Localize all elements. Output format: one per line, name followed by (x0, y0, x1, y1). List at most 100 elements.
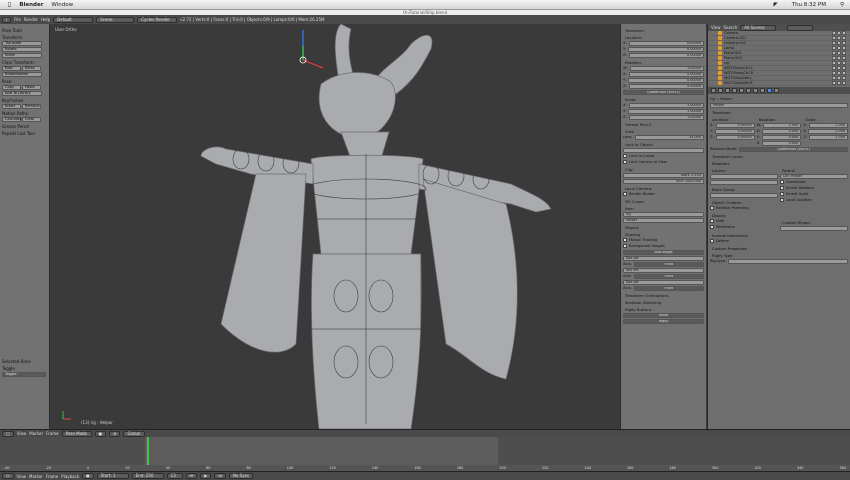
bone-group-field[interactable] (710, 192, 778, 198)
transform-locks-header[interactable]: Transform Locks (710, 154, 848, 159)
lock-object-field[interactable] (623, 147, 704, 153)
transform-gizmo[interactable] (299, 30, 324, 69)
sync-select[interactable]: No Sync (228, 473, 253, 479)
viewport-select-menu[interactable]: Marker (29, 431, 43, 436)
camera-icon[interactable] (842, 76, 846, 80)
camera-icon[interactable] (842, 36, 846, 40)
insert-key-button[interactable]: Insert (2, 104, 21, 109)
bone-rot-z[interactable]: 0.000 (762, 140, 802, 146)
play-icon[interactable]: ▶ (200, 473, 212, 479)
camera-icon[interactable] (842, 31, 846, 35)
viewport-pose-menu[interactable]: Frame (46, 431, 58, 436)
hide-checkbox[interactable] (710, 219, 714, 223)
eye-icon[interactable] (832, 76, 836, 80)
cursor-icon[interactable] (837, 71, 841, 75)
cursor-icon[interactable] (837, 36, 841, 40)
outliner-search-menu[interactable]: Search (724, 25, 738, 30)
bone-scale-y[interactable]: 1.000 (808, 128, 849, 134)
transform-panel-header[interactable]: Transform (623, 28, 704, 33)
end-frame-field[interactable]: End: 250 (131, 473, 164, 479)
eye-icon[interactable] (832, 31, 836, 35)
bone-name-field[interactable]: Helper (710, 102, 848, 108)
operator-panel-header[interactable]: Selected Bone (2, 359, 48, 364)
bone-tab-icon[interactable] (767, 88, 772, 93)
axis-select-3[interactable]: Front (633, 285, 704, 291)
cursor-icon[interactable] (837, 31, 841, 35)
cursor-icon[interactable] (837, 81, 841, 85)
bg-image-2[interactable]: Not Set (623, 267, 704, 273)
add-library-button[interactable]: Add To Library (2, 91, 42, 96)
scale-button[interactable]: Scale (2, 53, 42, 58)
layers-grid[interactable] (710, 173, 778, 179)
shading-icon[interactable]: ● (94, 430, 107, 437)
clock[interactable]: Thu 8:32 PM (792, 2, 826, 8)
rot-z-field[interactable]: 0.00000 (628, 83, 704, 89)
eye-icon[interactable] (832, 36, 836, 40)
object-tab-icon[interactable] (739, 88, 744, 93)
inherit-scale-checkbox[interactable] (780, 192, 784, 196)
render-engine-select[interactable]: Cycles Render (137, 16, 178, 23)
bone-loc-z[interactable]: 0.00000 (715, 134, 755, 140)
viewport-view-menu[interactable]: View (17, 431, 27, 436)
custom-properties-header[interactable]: Custom Properties (710, 246, 848, 251)
record-icon[interactable]: ● (82, 473, 94, 479)
cursor-icon[interactable] (837, 56, 841, 60)
bone-rot-x[interactable]: 0.000 (762, 128, 802, 134)
grease-pencil-panel-header[interactable]: Grease Pencil (623, 122, 704, 127)
3d-viewport[interactable]: User Ortho (13) rig: Helper (51, 24, 619, 429)
cursor-icon[interactable] (837, 51, 841, 55)
render-tab-icon[interactable] (711, 88, 716, 93)
eye-icon[interactable] (832, 81, 836, 85)
3d-cursor-panel-header[interactable]: 3D Cursor (623, 199, 704, 204)
eye-icon[interactable] (832, 41, 836, 45)
render-border-checkbox[interactable] (623, 192, 627, 196)
cursor-icon[interactable] (837, 46, 841, 50)
bone-rot-y[interactable]: 0.000 (761, 134, 802, 140)
connected-checkbox[interactable] (780, 180, 784, 184)
menu-help[interactable]: Help (41, 17, 50, 22)
inherit-rotation-checkbox[interactable] (780, 186, 784, 190)
timeline-playback-menu[interactable]: Playback (61, 474, 79, 479)
character-model[interactable] (51, 24, 619, 429)
bone-scale-x[interactable]: 1.000 (809, 122, 849, 128)
breadcrumb-rig[interactable]: rig (710, 97, 715, 101)
translate-button[interactable]: Translate (2, 41, 42, 46)
rigify-reset-button[interactable]: Reset (623, 312, 704, 318)
info-editor-icon[interactable]: i (2, 16, 12, 23)
camera-icon[interactable] (842, 61, 846, 65)
bg-images-checkbox[interactable] (623, 244, 627, 248)
item-name-field[interactable]: rig (623, 211, 704, 217)
camera-icon[interactable] (842, 56, 846, 60)
add-image-button[interactable]: Add Image (623, 249, 704, 255)
bone-loc-y[interactable]: 0.00000 (714, 128, 755, 134)
rotation-mode-select[interactable]: Quaternion (WXYZ) (623, 89, 704, 95)
paste-pose-button[interactable]: Paste (22, 85, 41, 90)
display-panel-header[interactable]: Display (623, 225, 704, 230)
outliner-view-menu[interactable]: View (711, 25, 721, 30)
bone-constraints-tab-icon[interactable] (774, 88, 779, 93)
relax-button[interactable]: Relax (22, 66, 41, 71)
render-layers-tab-icon[interactable] (718, 88, 723, 93)
wireframe-checkbox[interactable] (710, 225, 714, 229)
clip-start-field[interactable]: Start: 0.100 (623, 172, 704, 178)
scale-z-field[interactable]: 1.00000 (628, 114, 704, 120)
outliner-row[interactable]: WGT-Shoulder.R (708, 81, 850, 86)
clear-paths-button[interactable]: Clear (22, 117, 41, 122)
breakdowner-button[interactable]: Breakdowner (2, 72, 42, 77)
eye-icon[interactable] (832, 66, 836, 70)
timeline-editor-icon[interactable]: ◷ (2, 473, 14, 479)
outliner-search-field[interactable] (787, 24, 814, 31)
scale-x-field[interactable]: 1.00000 (628, 102, 704, 108)
toggle-select[interactable]: Toggle (2, 372, 46, 377)
camera-icon[interactable] (842, 41, 846, 45)
timeline-view-menu[interactable]: View (17, 474, 27, 479)
pivot-icon[interactable]: ⊕ (109, 430, 121, 437)
world-tab-icon[interactable] (732, 88, 737, 93)
editor-type-icon[interactable]: □ (2, 430, 14, 437)
eye-icon[interactable] (832, 61, 836, 65)
axis-select-1[interactable]: Front (633, 261, 704, 267)
cursor-icon[interactable] (837, 41, 841, 45)
window-menu[interactable]: Window (51, 2, 73, 8)
camera-icon[interactable] (842, 46, 846, 50)
deform-checkbox[interactable] (710, 239, 714, 243)
